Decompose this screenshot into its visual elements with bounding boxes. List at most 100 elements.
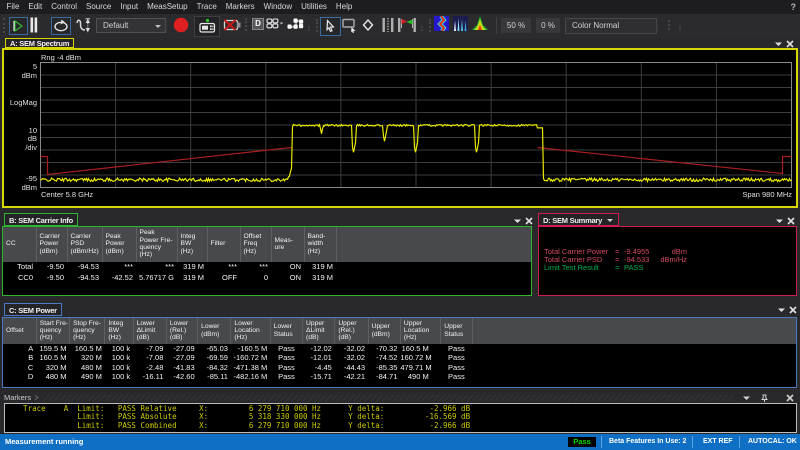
column-header[interactable]: Upper (Rel.) (dB) (334, 317, 369, 344)
cell (336, 272, 531, 283)
spectrogram-button[interactable] (434, 14, 449, 36)
menu-markers[interactable]: Markers (221, 0, 259, 14)
table-row[interactable]: CC0 -9.50 -94.53 -42.52 5.76717 G 319 M OFF 0 ON… (3, 272, 531, 283)
digital-demod-icon[interactable]: D (252, 17, 264, 30)
record-icon (173, 17, 189, 33)
column-header[interactable]: Upper Status (440, 317, 473, 344)
band-power-button[interactable] (381, 17, 395, 38)
column-header[interactable]: Integ BW (Hz) (177, 226, 208, 262)
markers-readout-text: Trace A Limit: PASS Relative X: 6 279 71… (23, 404, 471, 430)
column-header[interactable]: Meas- ure (271, 226, 305, 262)
column-header[interactable]: Peak Power Fre- quency (Hz) (136, 226, 178, 262)
player-button[interactable] (194, 15, 220, 37)
menu-utilities[interactable]: Utilities (297, 0, 332, 14)
menu-source[interactable]: Source (81, 0, 115, 14)
carrier-info-window-tab[interactable]: B: SEM Carrier Info (4, 213, 79, 226)
cell: ON (289, 272, 301, 282)
single-sweep-button[interactable] (74, 17, 94, 39)
markers-panel-title: Markers (4, 393, 32, 402)
column-header[interactable]: Lower (dBm) (197, 317, 232, 344)
menu-edit[interactable]: Edit (24, 0, 47, 14)
close-icon[interactable] (786, 394, 794, 402)
trace-percent-field[interactable]: 0 % (536, 18, 560, 33)
density-button[interactable] (453, 16, 468, 36)
cumulative-history-button[interactable] (472, 16, 488, 36)
chevron-down-icon[interactable] (775, 218, 784, 224)
markers-panel-titlebar[interactable]: Markers (0, 392, 800, 402)
column-header[interactable]: Stop Fre- quency (Hz) (69, 317, 106, 344)
record-button[interactable] (173, 17, 189, 38)
toolbar-grip-icon (679, 26, 683, 29)
select-cursor-button[interactable] (319, 16, 341, 36)
pause-button[interactable] (30, 17, 38, 38)
close-icon[interactable] (786, 40, 794, 48)
status-autocal[interactable]: AUTOCAL: OK (748, 434, 797, 450)
pin-icon[interactable] (761, 394, 768, 402)
column-header[interactable]: Filter (207, 226, 241, 262)
column-header[interactable]: Upper (dBm) (368, 317, 401, 344)
status-ext-ref[interactable]: EXT REF (703, 434, 733, 450)
help-icon[interactable]: ? (791, 0, 797, 14)
summary-window-tab[interactable]: D: SEM Summary (538, 213, 620, 226)
menu-input[interactable]: Input (116, 0, 143, 14)
band-marker-button[interactable] (397, 17, 417, 38)
chevron-down-icon[interactable] (777, 307, 786, 313)
column-header[interactable] (472, 317, 796, 344)
table-row[interactable]: A 159.5 M 160.5 M 100 k -7.09 -27.09 -65.03 -16… (3, 344, 796, 354)
table-row[interactable]: B 160.5 M 320 M 100 k -7.08 -27.09 -69.59 -160.… (3, 353, 796, 363)
power-window-tab[interactable]: C: SEM Power (4, 303, 62, 316)
close-icon[interactable] (525, 217, 533, 225)
column-header[interactable]: Offset Freq (Hz) (240, 226, 272, 262)
cell: 0 (263, 272, 268, 282)
column-header[interactable]: Offset (3, 317, 37, 344)
menu-control[interactable]: Control (47, 0, 82, 14)
column-header[interactable]: Peak Power (dBm) (102, 226, 137, 262)
table-row[interactable]: C 320 M 480 M 100 k -2.48 -41.83 -84.32 -471.38… (3, 363, 796, 373)
window-layout-button[interactable] (266, 17, 288, 37)
menu-window[interactable]: Window (259, 0, 296, 14)
column-header[interactable]: Start Fre- quency (Hz) (36, 317, 71, 344)
menu-help[interactable]: Help (331, 0, 356, 14)
spectrum-window-tab[interactable]: A: SEM Spectrum (5, 37, 75, 48)
column-header[interactable]: CC (3, 226, 37, 262)
column-header[interactable]: Upper ΔLimit (dB) (302, 317, 336, 344)
zoom-select-button[interactable] (342, 18, 358, 38)
column-header[interactable]: Lower (Rel.) (dB) (166, 317, 199, 344)
close-icon[interactable] (787, 217, 795, 225)
column-header[interactable]: Carrier Power (dBm) (36, 226, 68, 262)
menu-meassetup[interactable]: MeasSetup (143, 0, 192, 14)
app-window: { "menu": { "items": ["File","Edit","Con… (0, 0, 800, 450)
cell: -471.38 M (233, 362, 268, 372)
column-header[interactable]: Carrier PSD (dBm/Hz) (67, 226, 103, 262)
column-header[interactable]: Lower Status (270, 317, 304, 344)
close-icon[interactable] (789, 306, 797, 314)
restart-button[interactable] (8, 17, 28, 35)
table-row[interactable]: D 480 M 490 M 100 k -16.11 -42.60 -85.11 -482.1… (3, 372, 796, 382)
history-percent-field[interactable]: 50 % (501, 18, 531, 33)
spectrum-plot-area[interactable]: Rng -4 dBm 5 dBm LogMag 10 dB /div -95 d… (2, 47, 798, 208)
preset-dropdown[interactable]: Default (96, 18, 166, 33)
menu-file[interactable]: File (2, 0, 24, 14)
column-header[interactable]: Lower Location (Hz) (230, 317, 271, 344)
power-table[interactable]: Offset Start Fre- quency (Hz) Stop Fre- qu… (3, 317, 796, 382)
continuous-button[interactable] (51, 17, 71, 35)
column-header[interactable]: Upper Location (Hz) (400, 317, 442, 344)
color-dropdown[interactable]: Color Normal (565, 17, 657, 34)
column-header[interactable]: Band- width (Hz) (304, 226, 337, 262)
column-header[interactable]: Integ BW (Hz) (104, 317, 134, 344)
column-header[interactable] (336, 226, 531, 262)
trace-data-button[interactable] (287, 18, 304, 36)
table-row[interactable]: Total -9.50 -94.53 *** *** 319 M *** *** ON 319 M (3, 262, 531, 273)
marker-diamond-button[interactable] (361, 18, 376, 37)
cell: Total (17, 262, 33, 272)
cell (472, 353, 796, 363)
player-stop-button[interactable] (222, 17, 242, 38)
chevron-down-icon[interactable] (742, 395, 751, 401)
carrier-info-table[interactable]: CC Carrier Power (dBm) Carrier PSD (dBm/Hz… (3, 226, 531, 283)
menu-trace[interactable]: Trace (192, 0, 221, 14)
chevron-down-icon[interactable] (774, 41, 783, 47)
chevron-down-icon[interactable] (513, 218, 522, 224)
status-beta-features[interactable]: Beta Features In Use: 2 (609, 434, 686, 450)
band-marker-icon (398, 18, 416, 32)
column-header[interactable]: Lower ΔLimit (dB) (133, 317, 167, 344)
